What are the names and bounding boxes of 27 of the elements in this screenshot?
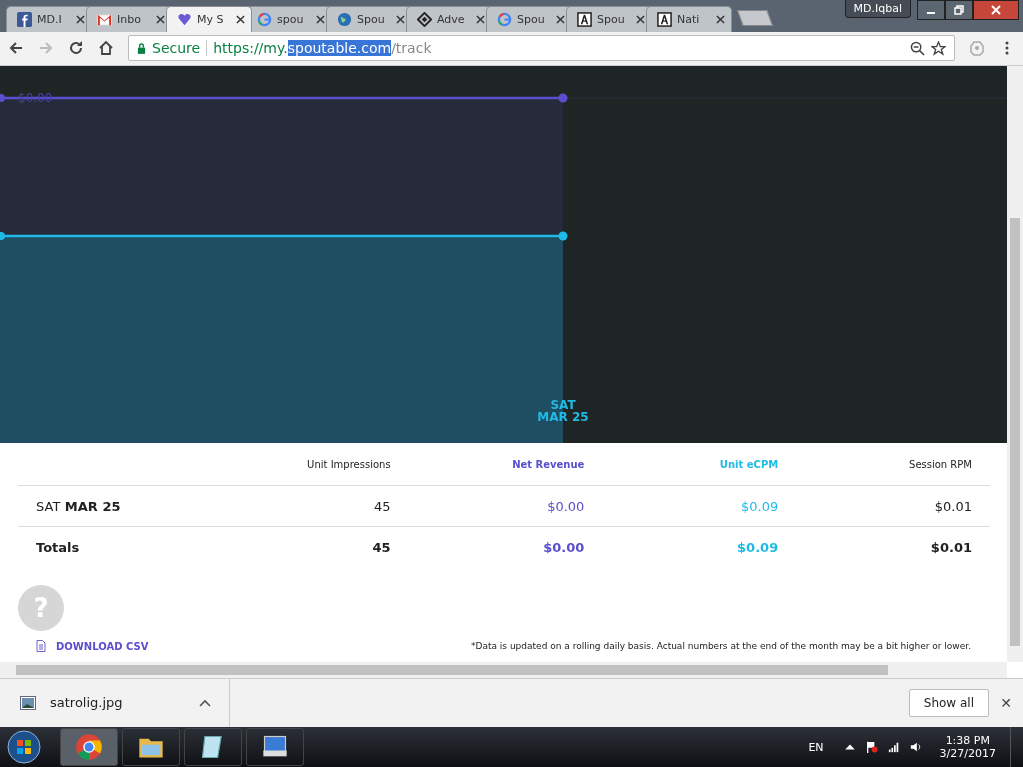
table-cell-text: 45	[373, 498, 391, 514]
profile-name[interactable]: MD.Iqbal	[844, 0, 911, 18]
show-all-button[interactable]: Show all	[908, 688, 989, 717]
column-header: Net Revenue	[511, 458, 585, 470]
row-label: SAT MAR 25	[35, 498, 122, 514]
table-cell-text: $0.09	[739, 498, 779, 514]
x-axis-day-label: SAT	[550, 399, 576, 411]
browser-tab[interactable]: Nati	[646, 5, 732, 32]
table-cell-text: $0.01	[929, 539, 972, 555]
table-cell-text: $0.01	[933, 498, 972, 514]
table-cell-text: $0.09	[736, 539, 779, 555]
download-csv-link[interactable]: DOWNLOAD CSV	[56, 640, 149, 652]
clock[interactable]: 1:38 PM 3/27/2017	[939, 734, 996, 760]
download-file-name[interactable]: satrolig.jpg	[50, 695, 185, 711]
language-indicator[interactable]: EN	[808, 740, 824, 754]
column-header: Session RPM	[908, 458, 972, 470]
close-button[interactable]: ✕	[989, 694, 1023, 711]
table-cell-text: $0.00	[542, 539, 585, 555]
x-axis-date-label: MAR 25	[537, 411, 589, 423]
table-cell-text: $0.00	[546, 498, 585, 514]
column-header: Unit Impressions	[306, 458, 391, 470]
footnote: *Data is updated on a rolling daily basis. Actual numbers at the end of the month may be a bit higher or lower.	[471, 641, 971, 651]
browser-tab[interactable]: My S	[166, 5, 252, 32]
column-header: Unit eCPM	[718, 458, 779, 470]
secure-label: Secure	[152, 40, 201, 57]
row-label: Totals	[35, 539, 81, 555]
table-cell-text: 45	[371, 539, 391, 555]
